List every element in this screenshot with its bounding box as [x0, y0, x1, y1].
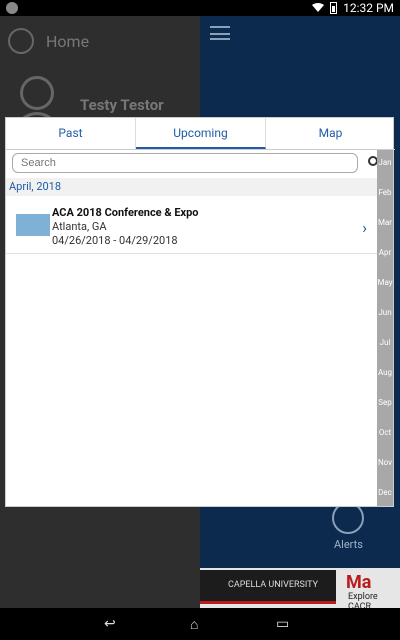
month-nov[interactable]: Nov: [377, 458, 393, 467]
month-feb[interactable]: Feb: [377, 188, 393, 197]
wifi-icon: [312, 3, 325, 12]
nav-bar: ↩ ⌂ ▭: [0, 608, 400, 640]
events-modal: Past Upcoming Map April, 2018 ACA 2018 C…: [5, 117, 395, 507]
back-icon[interactable]: ↩: [104, 616, 116, 632]
status-right: 12:32 PM: [312, 1, 394, 15]
tab-map[interactable]: Map: [266, 118, 395, 149]
month-dec[interactable]: Dec: [377, 488, 393, 497]
event-location: Atlanta, GA: [52, 220, 107, 233]
notification-icon: [6, 2, 18, 14]
ad-side-text: Ma: [346, 572, 372, 593]
chevron-right-icon[interactable]: ›: [362, 218, 367, 237]
tab-past[interactable]: Past: [6, 118, 136, 149]
month-index[interactable]: Jan Feb Mar Apr May Jun Jul Aug Sep Oct …: [377, 150, 393, 506]
tab-bar: Past Upcoming Map: [6, 118, 395, 150]
home-label[interactable]: Home: [46, 32, 89, 51]
battery-icon: [330, 2, 338, 14]
user-name: Testy Testor: [80, 96, 164, 114]
month-apr[interactable]: Apr: [377, 248, 393, 257]
ad-text: CAPELLA UNIVERSITY: [228, 580, 319, 590]
event-title: ACA 2018 Conference & Expo: [52, 206, 199, 219]
event-dates: 04/26/2018 - 04/29/2018: [52, 234, 178, 247]
clock: 12:32 PM: [343, 1, 394, 15]
month-aug[interactable]: Aug: [377, 368, 393, 377]
month-jun[interactable]: Jun: [377, 308, 393, 317]
menu-icon[interactable]: [210, 26, 230, 40]
event-thumbnail: [16, 214, 50, 236]
month-jan[interactable]: Jan: [377, 158, 393, 167]
month-oct[interactable]: Oct: [377, 428, 393, 437]
section-header: April, 2018: [6, 178, 377, 196]
home-nav-icon[interactable]: ⌂: [190, 616, 198, 633]
recents-icon[interactable]: ▭: [276, 616, 289, 632]
home-icon[interactable]: [8, 28, 34, 54]
ad-logo: CAPELLA UNIVERSITY: [200, 570, 336, 604]
ad-bar: [200, 601, 336, 604]
search-row: [12, 153, 378, 175]
status-bar: 12:32 PM: [0, 0, 400, 16]
search-input[interactable]: [12, 153, 358, 173]
month-sep[interactable]: Sep: [377, 398, 393, 407]
event-row[interactable]: ACA 2018 Conference & Expo Atlanta, GA 0…: [6, 198, 377, 254]
avatar-icon: [20, 76, 54, 110]
month-jul[interactable]: Jul: [377, 338, 393, 347]
tab-upcoming[interactable]: Upcoming: [136, 118, 266, 149]
alerts-label[interactable]: Alerts: [334, 538, 363, 551]
month-may[interactable]: May: [377, 278, 393, 287]
ad-banner[interactable]: CAPELLA UNIVERSITY Ma Explore CACR: [200, 568, 400, 612]
month-mar[interactable]: Mar: [377, 218, 393, 227]
